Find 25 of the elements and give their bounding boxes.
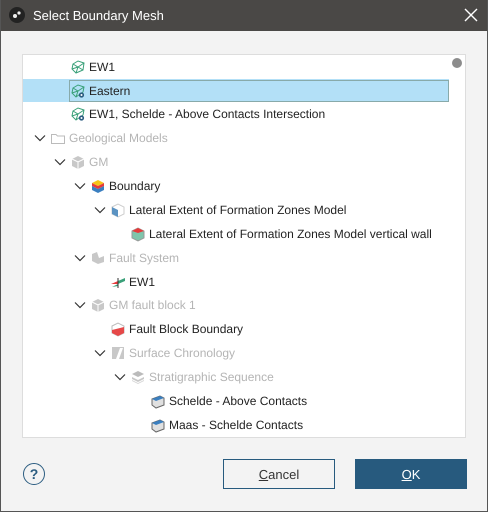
wall-icon	[130, 226, 146, 242]
close-icon	[463, 7, 479, 24]
tree-item[interactable]: EW1, Schelde - Above Contacts Intersection	[69, 103, 330, 126]
cube-icon	[90, 297, 106, 314]
app-logo-icon	[9, 7, 25, 24]
cube-icon	[110, 202, 126, 218]
tree-item[interactable]: EW1	[69, 56, 120, 78]
contact-surface-icon	[150, 416, 166, 433]
fault-block-icon	[90, 250, 106, 266]
mesh-icon	[70, 58, 86, 75]
scrollbar-thumb[interactable]	[452, 58, 462, 68]
cube-icon	[70, 154, 86, 170]
layered-block-icon	[90, 178, 106, 194]
close-button[interactable]	[463, 7, 479, 24]
contact-surface-icon	[150, 392, 166, 409]
layers-icon	[130, 369, 146, 386]
mesh-gear-icon	[70, 82, 86, 99]
tree-item[interactable]: Eastern	[69, 80, 449, 102]
mesh-gear-icon	[70, 106, 86, 122]
ok-button[interactable]: OK	[355, 459, 467, 490]
cancel-button[interactable]: Cancel	[223, 459, 335, 490]
chronology-icon	[110, 345, 126, 362]
block-boundary-icon	[110, 321, 126, 338]
help-button[interactable]: ?	[23, 463, 45, 486]
window-title: Select Boundary Mesh	[33, 8, 165, 23]
